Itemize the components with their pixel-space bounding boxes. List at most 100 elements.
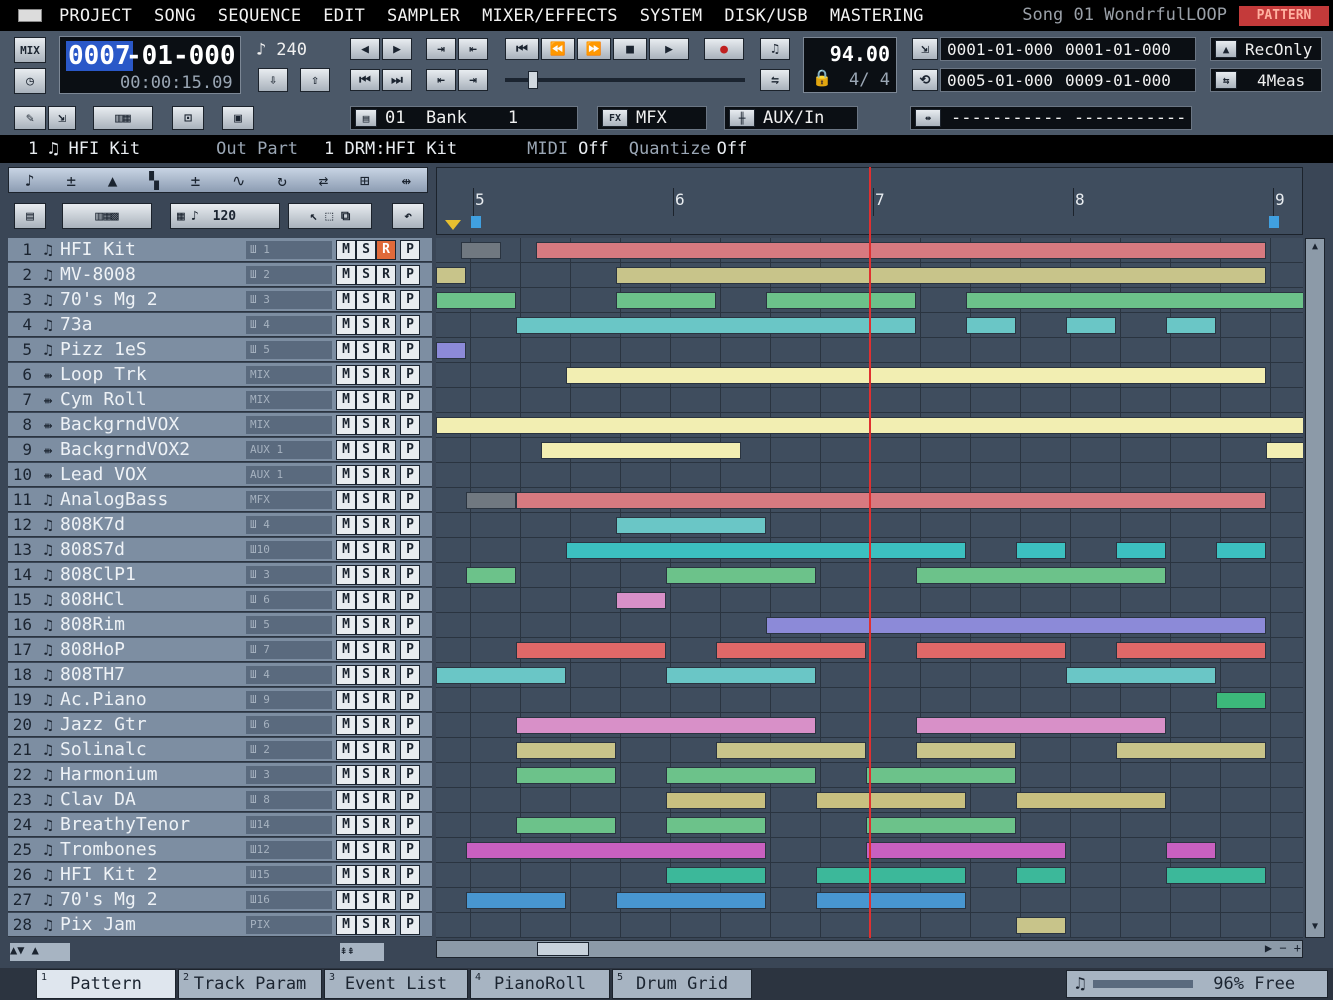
part-button[interactable]: P	[400, 589, 420, 610]
track-output[interactable]: Ш10	[246, 540, 332, 559]
vertical-scrollbar[interactable]: ▲ ▼	[1305, 238, 1325, 938]
resolution-box[interactable]: ♪ 240	[256, 37, 332, 63]
track-name[interactable]: 70's Mg 2	[60, 289, 246, 310]
rec-button[interactable]: R	[376, 539, 396, 560]
solo-button[interactable]: S	[356, 639, 376, 660]
beat-tick-field[interactable]: -01-000	[126, 41, 236, 71]
rec-button[interactable]: R	[376, 439, 396, 460]
solo-button[interactable]: S	[356, 339, 376, 360]
mute-button[interactable]: M	[336, 264, 356, 285]
pattern-clip[interactable]	[1016, 792, 1166, 809]
wrench-button[interactable]: ✎	[14, 106, 46, 130]
track-output[interactable]: AUX 1	[246, 440, 332, 459]
tab-pattern[interactable]: 1 Pattern	[36, 969, 176, 999]
punch-range[interactable]: 0005-01-000 0009-01-000	[940, 68, 1196, 92]
position-slider-thumb[interactable]	[528, 71, 538, 89]
rec-button[interactable]: R	[376, 364, 396, 385]
part-button[interactable]: P	[400, 789, 420, 810]
aux-in-button[interactable]: ╫ AUX/In	[724, 106, 858, 130]
part-button[interactable]: P	[400, 439, 420, 460]
part-name[interactable]: HFI Kit	[69, 139, 141, 159]
pattern-clip[interactable]	[666, 667, 816, 684]
part-button[interactable]: P	[400, 464, 420, 485]
track-row[interactable]: 9 ⇻ BackgrndVOX2 AUX 1 MSRP	[8, 438, 432, 462]
pattern-clip[interactable]	[536, 242, 1266, 259]
solo-button[interactable]: S	[356, 664, 376, 685]
mute-button[interactable]: M	[336, 339, 356, 360]
prev-marker-button[interactable]: ⏮	[350, 69, 380, 91]
track-name[interactable]: HFI Kit 2	[60, 864, 246, 885]
track-output[interactable]: Ш12	[246, 840, 332, 859]
mute-button[interactable]: M	[336, 689, 356, 710]
note-icon[interactable]: ♪	[25, 171, 35, 190]
track-row[interactable]: 2 ♫ MV-8008 Ш 2 MSRP	[8, 263, 432, 287]
track-row[interactable]: 3 ♫ 70's Mg 2 Ш 3 MSRP	[8, 288, 432, 312]
track-name[interactable]: Ac.Piano	[60, 689, 246, 710]
solo-button[interactable]: S	[356, 689, 376, 710]
track-row[interactable]: 4 ♫ 73a Ш 4 MSRP	[8, 313, 432, 337]
solo-button[interactable]: S	[356, 289, 376, 310]
rec-button[interactable]: R	[376, 714, 396, 735]
solo-button[interactable]: S	[356, 539, 376, 560]
zoom-controls[interactable]: ▶ − +	[1237, 941, 1301, 957]
track-row[interactable]: 6 ⇻ Loop Trk MIX M S R P	[8, 363, 432, 387]
pattern-clip[interactable]	[916, 742, 1016, 759]
part-button[interactable]: P	[400, 414, 420, 435]
track-name[interactable]: Loop Trk	[60, 364, 246, 385]
pattern-clip[interactable]	[436, 292, 516, 309]
pattern-clip[interactable]	[1116, 642, 1266, 659]
mute-button[interactable]: M	[336, 314, 356, 335]
part-button[interactable]: P	[400, 739, 420, 760]
mute-button[interactable]: M	[336, 814, 356, 835]
mute-button[interactable]: M	[336, 639, 356, 660]
track-row[interactable]: 8 ⇻ BackgrndVOX MIX M S R P	[8, 413, 432, 437]
track-row[interactable]: 17 ♫ 808HoP Ш 7 MSRP	[8, 638, 432, 662]
rec-button[interactable]: R	[376, 314, 396, 335]
track-output[interactable]: Ш 3	[246, 290, 332, 309]
midi-value[interactable]: Off	[578, 139, 609, 159]
pattern-clip[interactable]	[616, 517, 766, 534]
track-height-buttons[interactable]: ⇞⇞	[340, 943, 384, 961]
mute-button[interactable]: M	[336, 839, 356, 860]
pattern-clip[interactable]	[616, 592, 666, 609]
rec-button[interactable]: R	[376, 489, 396, 510]
pattern-clip[interactable]	[666, 867, 766, 884]
pattern-clip[interactable]	[966, 317, 1016, 334]
position-slider-track[interactable]	[505, 78, 745, 82]
mute-button[interactable]: M	[336, 514, 356, 535]
track-output[interactable]: Ш 8	[246, 790, 332, 809]
pattern-clip[interactable]	[666, 792, 766, 809]
rec-button[interactable]: R	[376, 889, 396, 910]
solo-button[interactable]: S	[356, 914, 376, 935]
loop-range[interactable]: 0001-01-000 0001-01-000	[940, 37, 1196, 61]
menu-mastering[interactable]: MASTERING	[830, 6, 924, 26]
rec-button[interactable]: R	[376, 614, 396, 635]
punch-start[interactable]: 0005-01-000	[947, 71, 1053, 90]
grid-value-box[interactable]: ▦ ♪ 120	[170, 203, 280, 229]
rec-button[interactable]: R	[376, 289, 396, 310]
track-row[interactable]: 14 ♫ 808ClP1 Ш 3 MSRP	[8, 563, 432, 587]
track-row[interactable]: 13 ♫ 808S7d Ш10 M S R P	[8, 538, 432, 562]
part-button[interactable]: P	[400, 889, 420, 910]
solo-button[interactable]: S	[356, 864, 376, 885]
pattern-clip[interactable]	[816, 892, 966, 909]
solo-button[interactable]: S	[356, 239, 376, 260]
track-row[interactable]: 10 ⇻ Lead VOX AUX 1 MSRP	[8, 463, 432, 487]
track-output[interactable]: Ш14	[246, 815, 332, 834]
rec-button[interactable]: R	[376, 739, 396, 760]
mute-button[interactable]: M	[336, 489, 356, 510]
track-name[interactable]: 808HoP	[60, 639, 246, 660]
rec-button[interactable]: R	[376, 264, 396, 285]
loop-start[interactable]: 0001-01-000	[947, 40, 1053, 59]
mute-button[interactable]: M	[336, 764, 356, 785]
pattern-clip[interactable]	[1216, 692, 1266, 709]
mute-button[interactable]: M	[336, 564, 356, 585]
solo-button[interactable]: S	[356, 439, 376, 460]
part-button[interactable]: P	[400, 689, 420, 710]
track-name[interactable]: Cym Roll	[60, 389, 246, 410]
import-button[interactable]: ⇲	[48, 106, 76, 130]
rec-button[interactable]: R	[376, 464, 396, 485]
track-row[interactable]: 22 ♫ Harmonium Ш 3 MSRP	[8, 763, 432, 787]
track-name[interactable]: Jazz Gtr	[60, 714, 246, 735]
pattern-clip[interactable]	[1116, 742, 1266, 759]
